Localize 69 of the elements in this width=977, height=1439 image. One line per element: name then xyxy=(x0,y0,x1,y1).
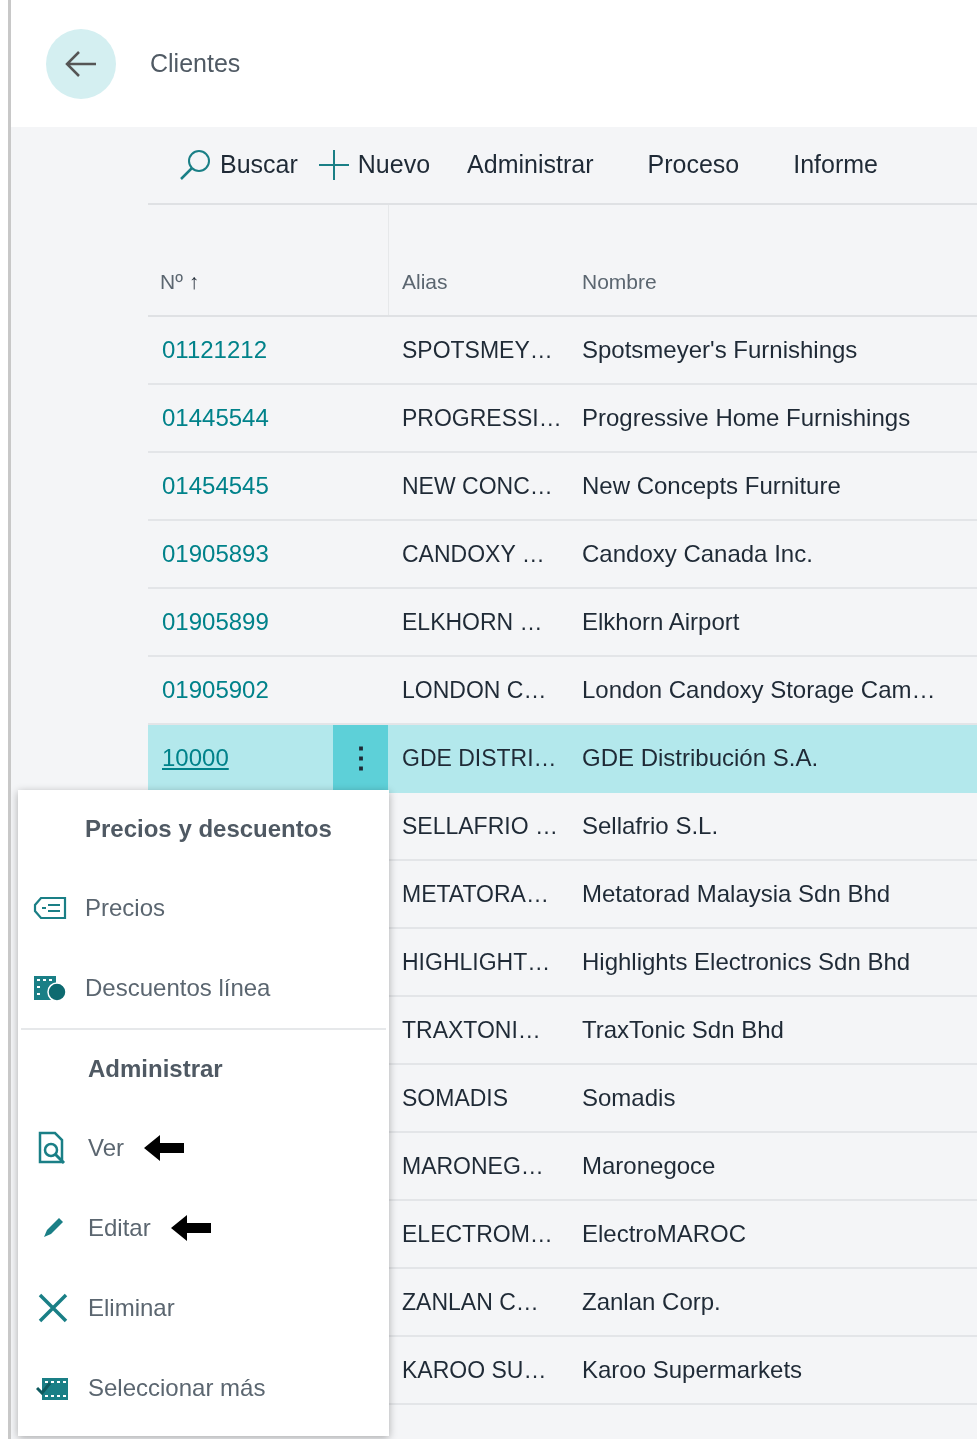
table-cell-text: ElectroMAROC xyxy=(581,1219,748,1249)
plus-icon xyxy=(317,149,350,181)
toolbar-button[interactable]: Informe xyxy=(766,146,905,184)
page-title: Clientes xyxy=(150,47,241,79)
toolbar-button[interactable]: Buscar xyxy=(168,146,308,184)
menu-section-header: Precios y descuentos xyxy=(84,814,333,844)
column-header[interactable]: Alias xyxy=(402,265,448,297)
toolbar-button[interactable]: Proceso xyxy=(620,146,767,184)
table-cell-text: New Concepts Furniture xyxy=(581,471,842,501)
column-header[interactable]: Nº xyxy=(160,265,183,297)
table-cell-text: Karoo Supermarkets xyxy=(581,1355,804,1385)
table-cell-text: TRAXTONI… xyxy=(401,1015,542,1045)
menu-section-header: Administrar xyxy=(87,1054,224,1084)
grid-with-circle-icon xyxy=(33,975,67,1001)
pointer-arrow-icon xyxy=(170,1215,211,1241)
table-cell-text: London Candoxy Storage Cam… xyxy=(581,675,937,705)
selected-row[interactable]: 10000 ⋮ GDE DISTRI… GDE Distribución S.A. xyxy=(148,725,977,793)
table-cell-text: SPOTSMEY… xyxy=(401,335,554,365)
menu-item[interactable]: Precios xyxy=(33,890,166,926)
menu-item[interactable]: Eliminar xyxy=(36,1290,175,1326)
table-cell-text: NEW CONC… xyxy=(401,471,554,501)
menu-item[interactable]: Editar xyxy=(36,1210,151,1246)
table-cell-text: SELLAFRIO … xyxy=(401,811,559,841)
table-cell-text: GDE DISTRI… xyxy=(401,743,558,773)
table-cell-text: Zanlan Corp. xyxy=(581,1287,722,1317)
table-cell-text: GDE Distribución S.A. xyxy=(581,743,820,773)
customer-number-link[interactable]: 01121212 xyxy=(162,332,267,368)
table-cell-text: MARONEG… xyxy=(401,1151,545,1181)
table-cell-text: Sellafrio S.L. xyxy=(581,811,720,841)
table-cell-text: ELKHORN … xyxy=(401,607,544,637)
table-cell-text: ELECTROM… xyxy=(401,1219,554,1249)
customer-number-link[interactable]: 01905899 xyxy=(162,604,269,640)
customer-number-link[interactable]: 01905902 xyxy=(162,672,269,708)
toolbar-button[interactable]: Administrar xyxy=(440,146,621,184)
menu-item[interactable]: Descuentos línea xyxy=(33,970,271,1006)
customer-number-link[interactable]: 01454545 xyxy=(162,468,269,504)
tag-icon xyxy=(33,896,67,920)
pointer-arrow-icon xyxy=(144,1135,185,1161)
document-magnifier-icon xyxy=(38,1131,68,1165)
table-cell-text: KAROO SU… xyxy=(401,1355,548,1385)
table-cell-text: TraxTonic Sdn Bhd xyxy=(581,1015,785,1045)
toolbar-button[interactable]: Nuevo xyxy=(307,146,441,184)
column-header[interactable]: Nombre xyxy=(582,265,657,297)
table-cell-text: Candoxy Canada Inc. xyxy=(581,539,814,569)
customer-number-link[interactable]: 10000 xyxy=(162,740,229,776)
table-cell-text: Metatorad Malaysia Sdn Bhd xyxy=(581,879,892,909)
table-cell-text: Somadis xyxy=(581,1083,677,1113)
menu-item[interactable]: Ver xyxy=(36,1130,125,1166)
table-cell-text: Elkhorn Airport xyxy=(581,607,741,637)
table-cell-text: CANDOXY … xyxy=(401,539,546,569)
table-cell-text: METATORA… xyxy=(401,879,550,909)
table-cell-text: HIGHLIGHT… xyxy=(401,947,552,977)
table-cell-text: Progressive Home Furnishings xyxy=(581,403,912,433)
table-cell-text: Maronegoce xyxy=(581,1151,717,1181)
table-cell-text: LONDON C… xyxy=(401,675,548,705)
sort-ascending-icon[interactable]: ↑ xyxy=(188,265,200,297)
menu-item[interactable]: Seleccionar más xyxy=(36,1370,266,1406)
search-icon xyxy=(178,148,212,182)
table-cell-text: SOMADIS xyxy=(401,1083,510,1113)
close-icon xyxy=(38,1293,68,1323)
pencil-icon xyxy=(41,1216,65,1240)
back-arrow-icon xyxy=(64,49,98,78)
customer-number-link[interactable]: 01445544 xyxy=(162,400,269,436)
table-cell-text: Highlights Electronics Sdn Bhd xyxy=(581,947,912,977)
customer-number-link[interactable]: 01905893 xyxy=(162,536,269,572)
table-cell-text: Spotsmeyer's Furnishings xyxy=(581,335,859,365)
more-options-button[interactable]: ⋮ xyxy=(333,725,388,791)
table-cell-text: ZANLAN C… xyxy=(401,1287,540,1317)
table-cell-text: PROGRESSI… xyxy=(401,403,563,433)
